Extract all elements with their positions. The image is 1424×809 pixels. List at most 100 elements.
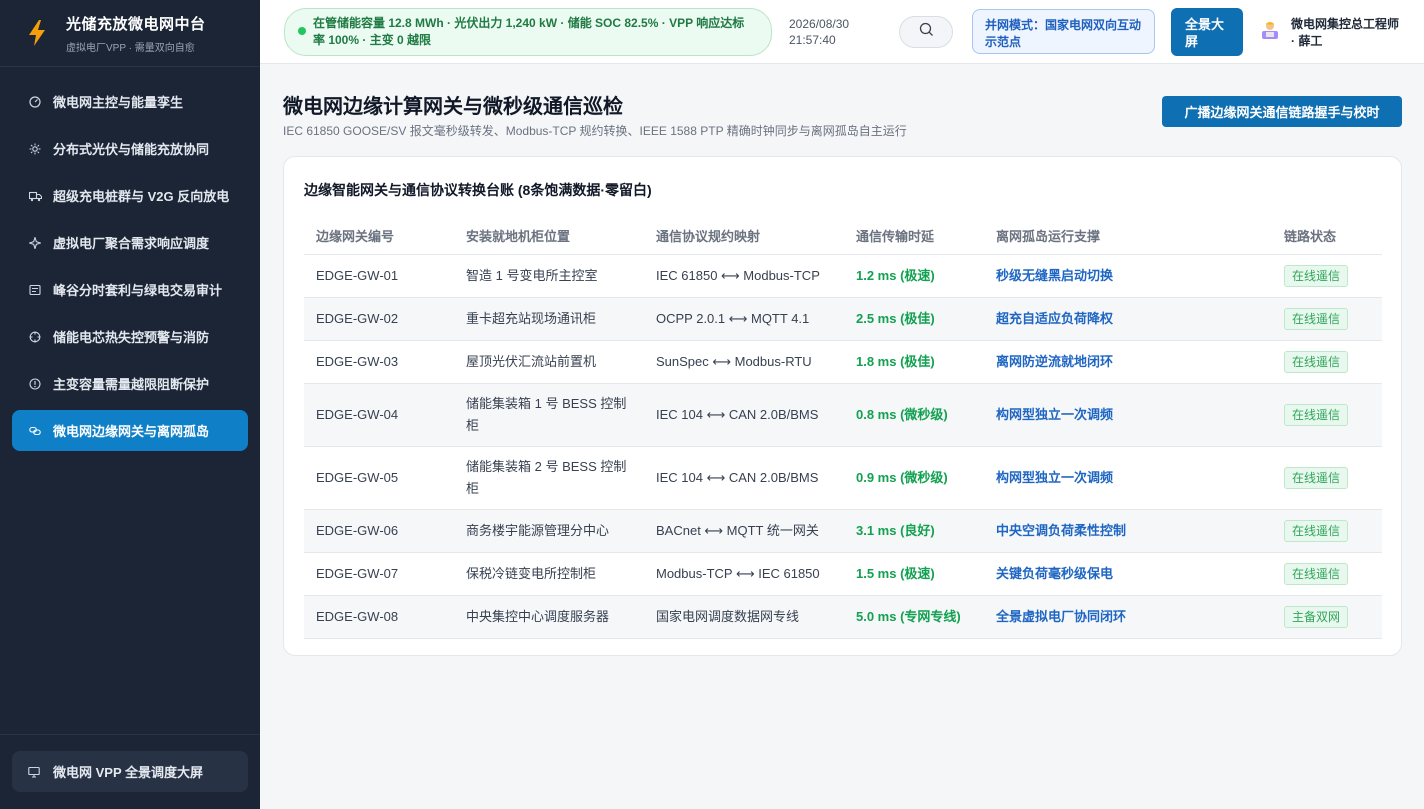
table-row[interactable]: EDGE-GW-07 保税冷链变电所控制柜 Modbus-TCP ⟷ IEC 6… (304, 552, 1382, 596)
link-status-cell: 主备双网 (1272, 595, 1382, 639)
table-row[interactable]: EDGE-GW-02 重卡超充站现场通讯柜 OCPP 2.0.1 ⟷ MQTT … (304, 297, 1382, 341)
sparkle-icon (28, 236, 42, 250)
sidebar: 光储充放微电网中台 虚拟电厂VPP · 需量双向自愈 微电网主控与能量孪生 分布… (0, 0, 260, 809)
alert-circle-icon (28, 377, 42, 391)
latency: 1.8 ms (极佳) (844, 340, 984, 384)
user-profile[interactable]: 微电网集控总工程师 · 薛工 (1260, 16, 1406, 50)
latency: 2.5 ms (极佳) (844, 297, 984, 341)
island-support: 构网型独立一次调频 (984, 446, 1272, 510)
link-status-cell: 在线遥信 (1272, 254, 1382, 298)
brand-title: 光储充放微电网中台 (66, 15, 206, 33)
protocol-mapping: 国家电网调度数据网专线 (644, 595, 844, 639)
sidebar-footer: 微电网 VPP 全景调度大屏 (0, 734, 260, 809)
status-dot-icon (298, 27, 306, 35)
panorama-button[interactable]: 全景大屏 (1171, 8, 1243, 56)
lightning-icon (26, 18, 48, 48)
sidebar-item-vpp-demand[interactable]: 虚拟电厂聚合需求响应调度 (12, 222, 248, 263)
gateway-id: EDGE-GW-03 (304, 340, 454, 384)
sidebar-item-edge-gateway[interactable]: 微电网边缘网关与离网孤岛 (12, 410, 248, 451)
column-header[interactable]: 边缘网关编号 (304, 217, 454, 255)
gateway-id: EDGE-GW-07 (304, 552, 454, 596)
link-status-cell: 在线遥信 (1272, 383, 1382, 447)
column-header[interactable]: 通信协议规约映射 (644, 217, 844, 255)
link-icon (28, 424, 42, 438)
sidebar-nav: 微电网主控与能量孪生 分布式光伏与储能充放协同 超级充电桩群与 V2G 反向放电… (0, 67, 260, 451)
status-summary: 在管储能容量 12.8 MWh · 光伏出力 1,240 kW · 储能 SOC… (284, 8, 772, 56)
latency: 0.8 ms (微秒级) (844, 383, 984, 447)
status-badge: 主备双网 (1284, 605, 1349, 628)
table-row[interactable]: EDGE-GW-08 中央集控中心调度服务器 国家电网调度数据网专线 5.0 m… (304, 595, 1382, 639)
status-badge: 在线遥信 (1284, 350, 1349, 373)
install-location: 商务楼宇能源管理分中心 (454, 509, 644, 553)
sidebar-item-label: 微电网主控与能量孪生 (53, 95, 184, 110)
table-row[interactable]: EDGE-GW-06 商务楼宇能源管理分中心 BACnet ⟷ MQTT 统一网… (304, 509, 1382, 553)
broadcast-handshake-button[interactable]: 广播边缘网关通信链路握手与校时 (1162, 96, 1402, 127)
sidebar-item-charging-v2g[interactable]: 超级充电桩群与 V2G 反向放电 (12, 175, 248, 216)
column-header[interactable]: 通信传输时延 (844, 217, 984, 255)
island-support: 离网防逆流就地闭环 (984, 340, 1272, 384)
link-status-cell: 在线遥信 (1272, 552, 1382, 596)
datetime: 2026/08/30 21:57:40 (789, 16, 849, 48)
status-summary-text: 在管储能容量 12.8 MWh · 光伏出力 1,240 kW · 储能 SOC… (313, 16, 745, 47)
gateway-ledger-card: 边缘智能网关与通信协议转换台账 (8条饱满数据·零留白) 边缘网关编号 安装就地… (283, 156, 1402, 656)
gauge-icon (28, 95, 42, 109)
gateway-id: EDGE-GW-08 (304, 595, 454, 639)
gateway-table: 边缘网关编号 安装就地机柜位置 通信协议规约映射 通信传输时延 离网孤岛运行支撑… (304, 217, 1382, 639)
sidebar-item-label: 峰谷分时套利与绿电交易审计 (53, 283, 223, 298)
install-location: 保税冷链变电所控制柜 (454, 552, 644, 596)
link-status-cell: 在线遥信 (1272, 446, 1382, 510)
link-status-cell: 在线遥信 (1272, 297, 1382, 341)
island-support: 构网型独立一次调频 (984, 383, 1272, 447)
island-support: 秒级无缝黑启动切换 (984, 254, 1272, 298)
link-status-cell: 在线遥信 (1272, 509, 1382, 553)
receipt-icon (28, 283, 42, 297)
sidebar-item-thermal-runaway[interactable]: 储能电芯热失控预警与消防 (12, 316, 248, 357)
table-row[interactable]: EDGE-GW-04 储能集装箱 1 号 BESS 控制柜 IEC 104 ⟷ … (304, 383, 1382, 447)
island-support: 全景虚拟电厂协同闭环 (984, 595, 1272, 639)
table-header-row: 边缘网关编号 安装就地机柜位置 通信协议规约映射 通信传输时延 离网孤岛运行支撑… (304, 217, 1382, 255)
protocol-mapping: OCPP 2.0.1 ⟷ MQTT 4.1 (644, 297, 844, 341)
crosshair-icon (28, 330, 42, 344)
sidebar-item-label: 储能电芯热失控预警与消防 (53, 330, 210, 345)
sidebar-item-peak-valley-trading[interactable]: 峰谷分时套利与绿电交易审计 (12, 269, 248, 310)
install-location: 屋顶光伏汇流站前置机 (454, 340, 644, 384)
table-row[interactable]: EDGE-GW-05 储能集装箱 2 号 BESS 控制柜 IEC 104 ⟷ … (304, 446, 1382, 510)
sidebar-item-label: 虚拟电厂聚合需求响应调度 (53, 236, 210, 251)
column-header[interactable]: 离网孤岛运行支撑 (984, 217, 1272, 255)
column-header[interactable]: 链路状态 (1272, 217, 1382, 255)
column-header[interactable]: 安装就地机柜位置 (454, 217, 644, 255)
table-row[interactable]: EDGE-GW-01 智造 1 号变电所主控室 IEC 61850 ⟷ Modb… (304, 254, 1382, 298)
protocol-mapping: SunSpec ⟷ Modbus-RTU (644, 340, 844, 384)
install-location: 储能集装箱 1 号 BESS 控制柜 (454, 383, 644, 447)
gateway-id: EDGE-GW-05 (304, 446, 454, 510)
monitor-icon (28, 765, 42, 779)
status-badge: 在线遥信 (1284, 403, 1349, 426)
gateway-id: EDGE-GW-01 (304, 254, 454, 298)
latency: 1.2 ms (极速) (844, 254, 984, 298)
sidebar-item-label: 分布式光伏与储能充放协同 (53, 142, 210, 157)
search-icon (919, 22, 934, 42)
truck-icon (28, 189, 42, 203)
status-badge: 在线遥信 (1284, 466, 1349, 489)
table-row[interactable]: EDGE-GW-03 屋顶光伏汇流站前置机 SunSpec ⟷ Modbus-R… (304, 340, 1382, 384)
protocol-mapping: IEC 61850 ⟷ Modbus-TCP (644, 254, 844, 298)
search-button[interactable] (899, 16, 953, 48)
sidebar-item-microgrid-control[interactable]: 微电网主控与能量孪生 (12, 81, 248, 122)
sidebar-item-label: 微电网边缘网关与离网孤岛 (53, 424, 210, 439)
install-location: 中央集控中心调度服务器 (454, 595, 644, 639)
brand-subtitle: 虚拟电厂VPP · 需量双向自愈 (66, 42, 195, 54)
user-name: 微电网集控总工程师 · 薛工 (1291, 17, 1400, 48)
sidebar-item-pv-storage[interactable]: 分布式光伏与储能充放协同 (12, 128, 248, 169)
gateway-id: EDGE-GW-06 (304, 509, 454, 553)
card-title: 边缘智能网关与通信协议转换台账 (8条饱满数据·零留白) (304, 182, 652, 198)
status-badge: 在线遥信 (1284, 562, 1349, 585)
sun-icon (28, 142, 42, 156)
install-location: 储能集装箱 2 号 BESS 控制柜 (454, 446, 644, 510)
avatar (1260, 20, 1280, 40)
top-header: 在管储能容量 12.8 MWh · 光伏出力 1,240 kW · 储能 SOC… (260, 0, 1424, 64)
vpp-dashboard-button[interactable]: 微电网 VPP 全景调度大屏 (12, 751, 248, 792)
sidebar-item-transformer-protection[interactable]: 主变容量需量越限阻断保护 (12, 363, 248, 404)
island-support: 关键负荷毫秒级保电 (984, 552, 1272, 596)
gateway-id: EDGE-GW-04 (304, 383, 454, 447)
protocol-mapping: BACnet ⟷ MQTT 统一网关 (644, 509, 844, 553)
